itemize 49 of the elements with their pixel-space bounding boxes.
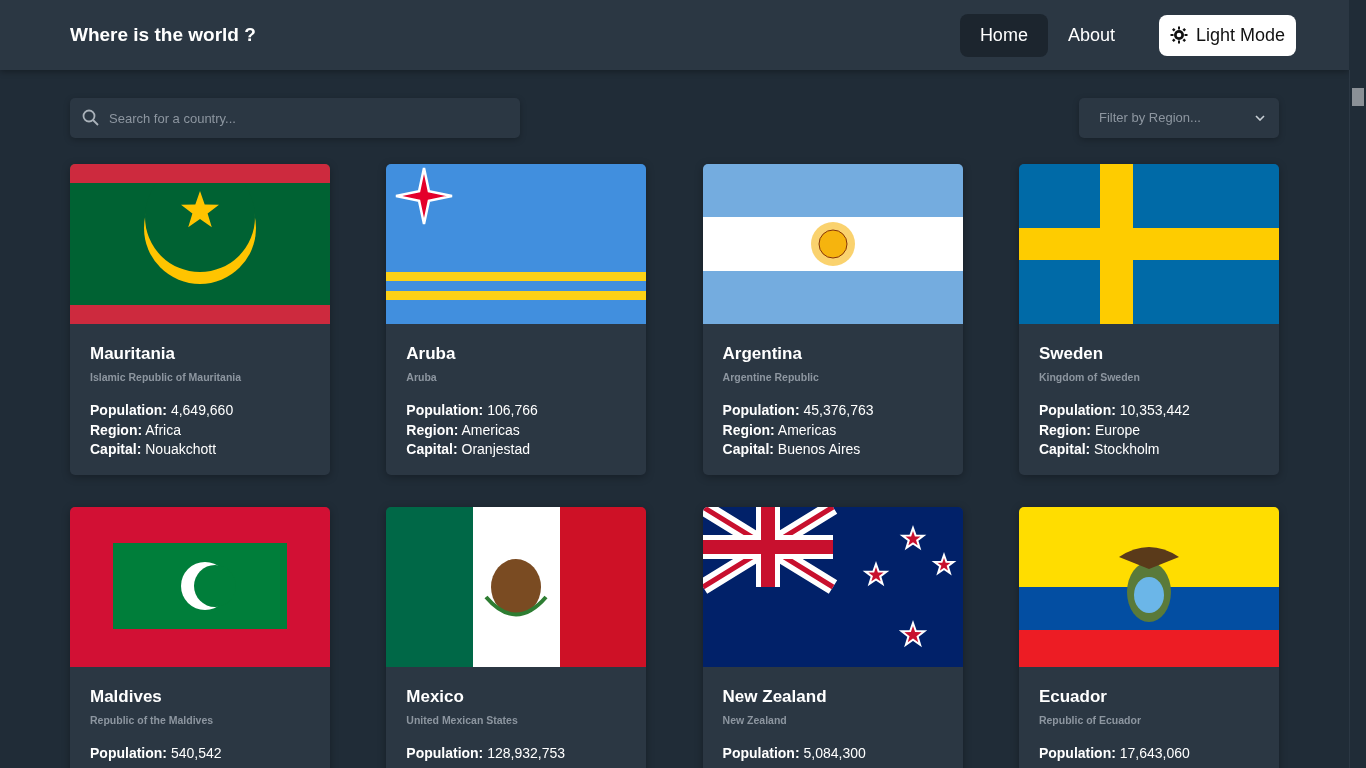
country-detail: Capital: Buenos Aires bbox=[722, 440, 862, 460]
country-card[interactable]: New Zealand New Zealand Population: 5,084,300 bbox=[702, 507, 963, 768]
country-detail: Region: Africa bbox=[90, 420, 182, 440]
country-detail: Population: 45,376,763 bbox=[722, 401, 875, 421]
country-detail: Population: 5,084,300 bbox=[722, 744, 867, 764]
official-name: Argentine Republic bbox=[722, 369, 820, 385]
nav-link[interactable]: Home bbox=[959, 13, 1048, 57]
country-detail: Region: Americas bbox=[406, 420, 521, 440]
country-detail: Population: 17,643,060 bbox=[1038, 744, 1191, 764]
country-name: Sweden bbox=[1038, 343, 1105, 365]
search-field[interactable]: Search for a country... bbox=[70, 98, 520, 138]
theme-toggle-button[interactable]: Light Mode bbox=[1158, 14, 1296, 56]
region-filter[interactable]: Filter by Region... bbox=[1079, 98, 1279, 138]
country-name: Mexico bbox=[406, 686, 465, 708]
country-detail: Population: 4,649,660 bbox=[90, 401, 235, 421]
nav-link[interactable]: About bbox=[1047, 13, 1135, 57]
country-name: New Zealand bbox=[722, 686, 828, 708]
country-card[interactable]: Sweden Kingdom of Sweden Population: 10,353,442 Region: Europe Capital: Stockholm bbox=[1018, 164, 1279, 475]
official-name: Republic of the Maldives bbox=[90, 712, 215, 728]
country-card[interactable]: Ecuador Republic of Ecuador Population: 17,643,060 bbox=[1018, 507, 1279, 768]
country-card[interactable]: Maldives Republic of the Maldives Population: 540,542 bbox=[70, 507, 330, 768]
country-card[interactable]: Argentina Argentine Republic Population: 45,376,763 Region: Americas Capital: Buenos Aires bbox=[702, 164, 963, 475]
country-detail: Capital: Oranjestad bbox=[406, 440, 531, 460]
country-detail: Capital: Stockholm bbox=[1038, 440, 1161, 460]
official-name: Republic of Ecuador bbox=[1038, 712, 1142, 728]
country-detail: Population: 540,542 bbox=[90, 744, 223, 764]
chevron-down-icon bbox=[1255, 115, 1265, 121]
country-card[interactable]: Mexico United Mexican States Population: 128,932,753 bbox=[386, 507, 647, 768]
scrollbar[interactable] bbox=[1349, 70, 1366, 768]
country-name: Aruba bbox=[406, 343, 457, 365]
country-detail: Region: Europe bbox=[1038, 420, 1142, 440]
official-name: New Zealand bbox=[722, 712, 788, 728]
site-title: Where is the world ? bbox=[70, 22, 256, 47]
official-name: Aruba bbox=[406, 369, 438, 385]
country-detail: Population: 128,932,753 bbox=[406, 744, 567, 764]
official-name: Islamic Republic of Mauritania bbox=[90, 369, 243, 385]
country-name: Ecuador bbox=[1038, 686, 1108, 708]
sun-icon bbox=[1169, 26, 1188, 44]
official-name: United Mexican States bbox=[406, 712, 519, 728]
country-name: Maldives bbox=[90, 686, 163, 708]
country-name: Mauritania bbox=[90, 343, 177, 365]
official-name: Kingdom of Sweden bbox=[1038, 369, 1141, 385]
country-detail: Capital: Nouakchott bbox=[90, 440, 218, 460]
country-detail: Population: 10,353,442 bbox=[1038, 401, 1191, 421]
country-card[interactable]: Mauritania Islamic Republic of Mauritania Population: 4,649,660 Region: Africa Capital: Nouakchott bbox=[70, 164, 330, 475]
country-detail: Population: 106,766 bbox=[406, 401, 539, 421]
country-name: Argentina bbox=[722, 343, 803, 365]
country-detail: Region: Americas bbox=[722, 420, 838, 440]
country-card[interactable]: Aruba Aruba Population: 106,766 Region: Americas Capital: Oranjestad bbox=[386, 164, 647, 475]
